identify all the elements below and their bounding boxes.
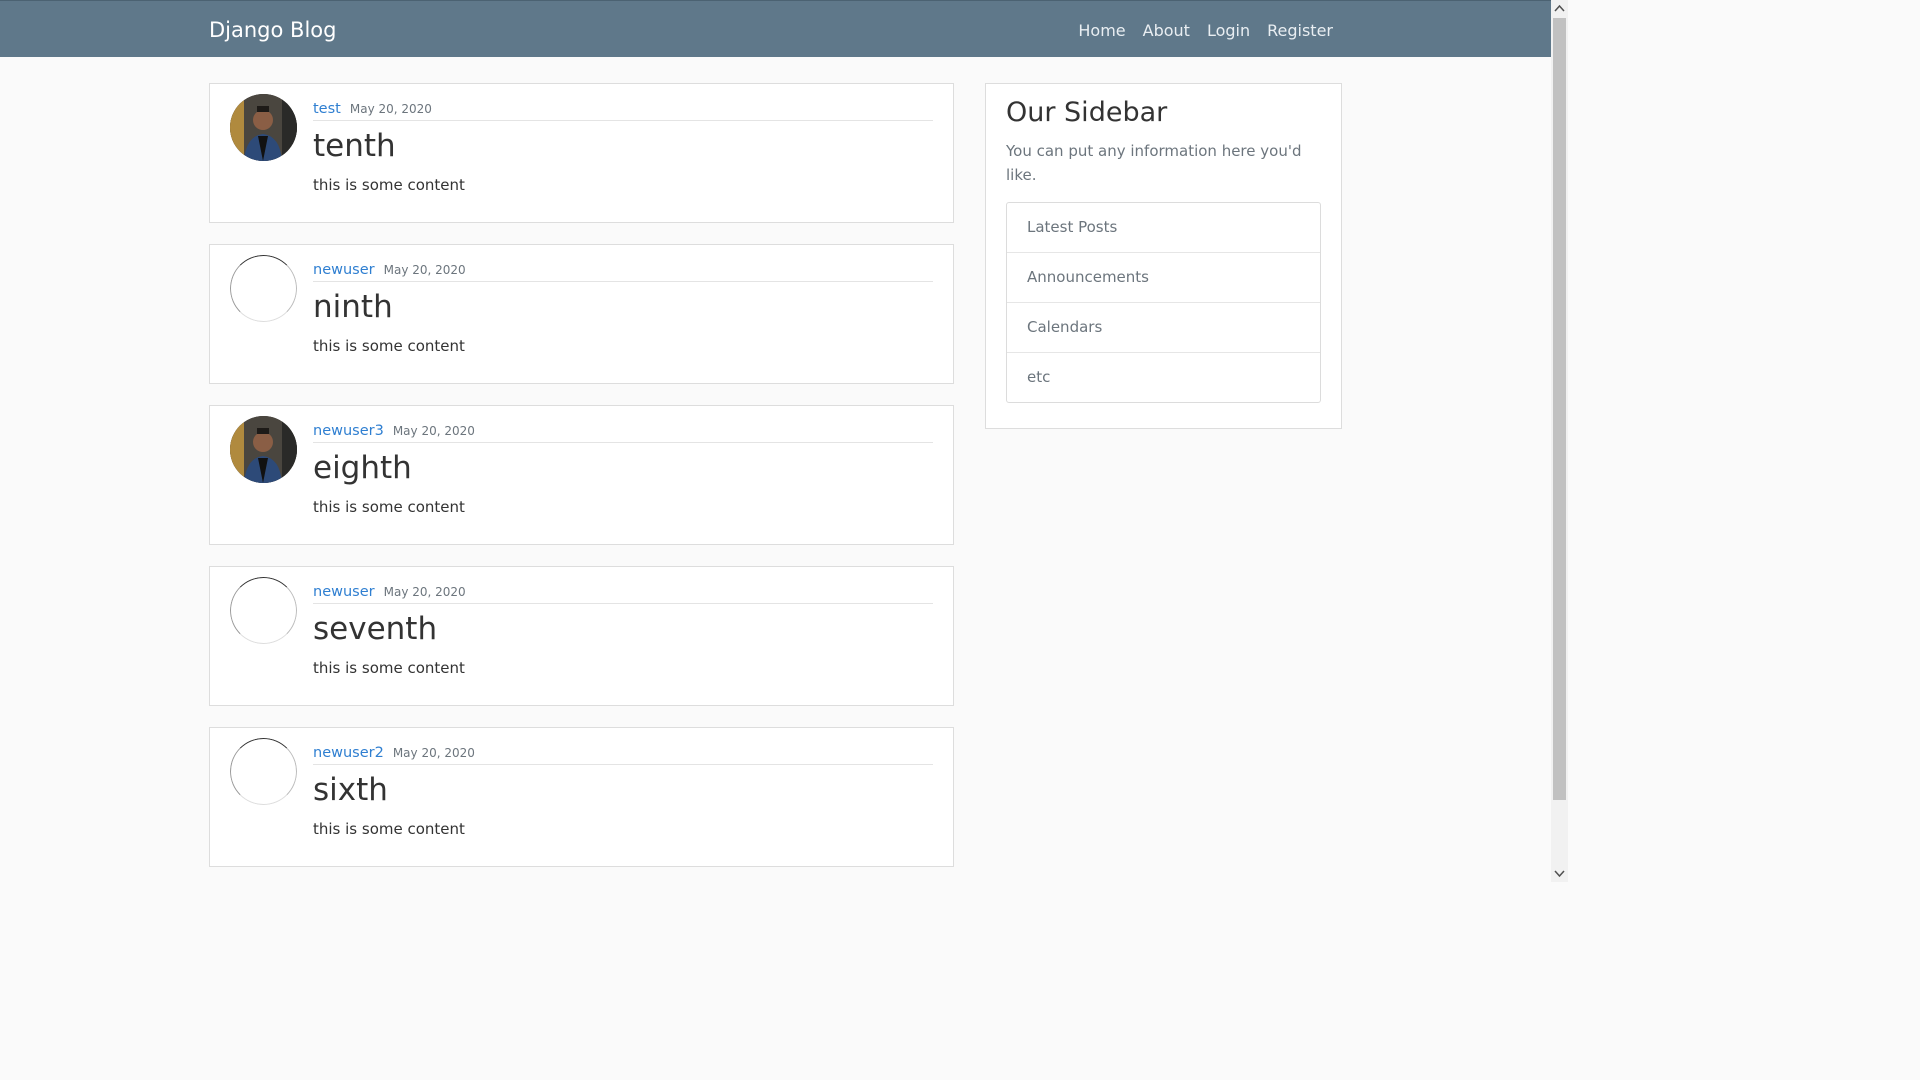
author-avatar bbox=[230, 738, 297, 805]
post-content: this is some content bbox=[313, 176, 465, 194]
post-content: this is some content bbox=[313, 337, 465, 355]
post-card: newuser May 20, 2020 ninth this is some c… bbox=[209, 244, 954, 384]
vertical-scrollbar[interactable] bbox=[1551, 0, 1568, 882]
post-title-link[interactable]: seventh bbox=[313, 611, 437, 647]
post-author-link[interactable]: newuser bbox=[313, 262, 375, 278]
scroll-up-arrow-icon[interactable] bbox=[1551, 0, 1568, 17]
sidebar-title: Our Sidebar bbox=[1006, 97, 1168, 128]
nav-about-link[interactable]: About bbox=[1143, 21, 1190, 40]
post-author-link[interactable]: newuser bbox=[313, 584, 375, 600]
post-author-link[interactable]: newuser3 bbox=[313, 423, 384, 439]
post-date: May 20, 2020 bbox=[383, 585, 466, 599]
scrollbar-thumb[interactable] bbox=[1553, 18, 1566, 800]
post-content: this is some content bbox=[313, 659, 465, 677]
post-meta: newuser May 20, 2020 bbox=[313, 259, 933, 282]
broken-image-icon bbox=[230, 577, 297, 644]
author-avatar bbox=[230, 577, 297, 644]
broken-image-icon bbox=[230, 255, 297, 322]
post-title-link[interactable]: tenth bbox=[313, 128, 396, 164]
author-avatar bbox=[230, 255, 297, 322]
sidebar-panel: Our Sidebar You can put any information … bbox=[985, 83, 1342, 429]
post-card: newuser May 20, 2020 seventh this is some… bbox=[209, 566, 954, 706]
sidebar-item-etc[interactable]: etc bbox=[1007, 353, 1320, 402]
post-title-link[interactable]: sixth bbox=[313, 772, 388, 808]
post-meta: newuser3 May 20, 2020 bbox=[313, 420, 933, 443]
post-title-link[interactable]: ninth bbox=[313, 289, 393, 325]
post-author-link[interactable]: test bbox=[313, 101, 341, 117]
nav-register-link[interactable]: Register bbox=[1267, 21, 1333, 40]
author-avatar bbox=[230, 416, 297, 483]
scroll-down-arrow-icon[interactable] bbox=[1551, 865, 1568, 882]
post-card: newuser2 May 20, 2020 sixth this is some … bbox=[209, 727, 954, 867]
sidebar-list: Latest Posts Announcements Calendars etc bbox=[1006, 202, 1321, 403]
post-author-link[interactable]: newuser2 bbox=[313, 745, 384, 761]
nav-login-link[interactable]: Login bbox=[1207, 21, 1250, 40]
post-meta: newuser2 May 20, 2020 bbox=[313, 742, 933, 765]
post-date: May 20, 2020 bbox=[392, 424, 475, 438]
nav-links: Home About Login Register bbox=[1078, 21, 1333, 40]
person-photo-icon bbox=[230, 416, 297, 483]
post-card: test May 20, 2020 tenth this is some cont… bbox=[209, 83, 954, 223]
brand-link[interactable]: Django Blog bbox=[209, 18, 336, 42]
author-avatar bbox=[230, 94, 297, 161]
sidebar-description: You can put any information here you'd l… bbox=[1006, 142, 1302, 184]
post-title-link[interactable]: eighth bbox=[313, 450, 412, 486]
sidebar-item-latest-posts[interactable]: Latest Posts bbox=[1007, 203, 1320, 253]
post-meta: test May 20, 2020 bbox=[313, 98, 933, 121]
broken-image-icon bbox=[230, 738, 297, 805]
post-card: newuser3 May 20, 2020 eighth this is some… bbox=[209, 405, 954, 545]
post-content: this is some content bbox=[313, 820, 465, 838]
post-date: May 20, 2020 bbox=[349, 102, 432, 116]
person-photo-icon bbox=[230, 94, 297, 161]
top-navbar: Django Blog Home About Login Register bbox=[0, 0, 1551, 57]
post-date: May 20, 2020 bbox=[392, 746, 475, 760]
post-content: this is some content bbox=[313, 498, 465, 516]
nav-home-link[interactable]: Home bbox=[1078, 21, 1125, 40]
sidebar-item-calendars[interactable]: Calendars bbox=[1007, 303, 1320, 353]
post-date: May 20, 2020 bbox=[383, 263, 466, 277]
sidebar-item-announcements[interactable]: Announcements bbox=[1007, 253, 1320, 303]
post-meta: newuser May 20, 2020 bbox=[313, 581, 933, 604]
